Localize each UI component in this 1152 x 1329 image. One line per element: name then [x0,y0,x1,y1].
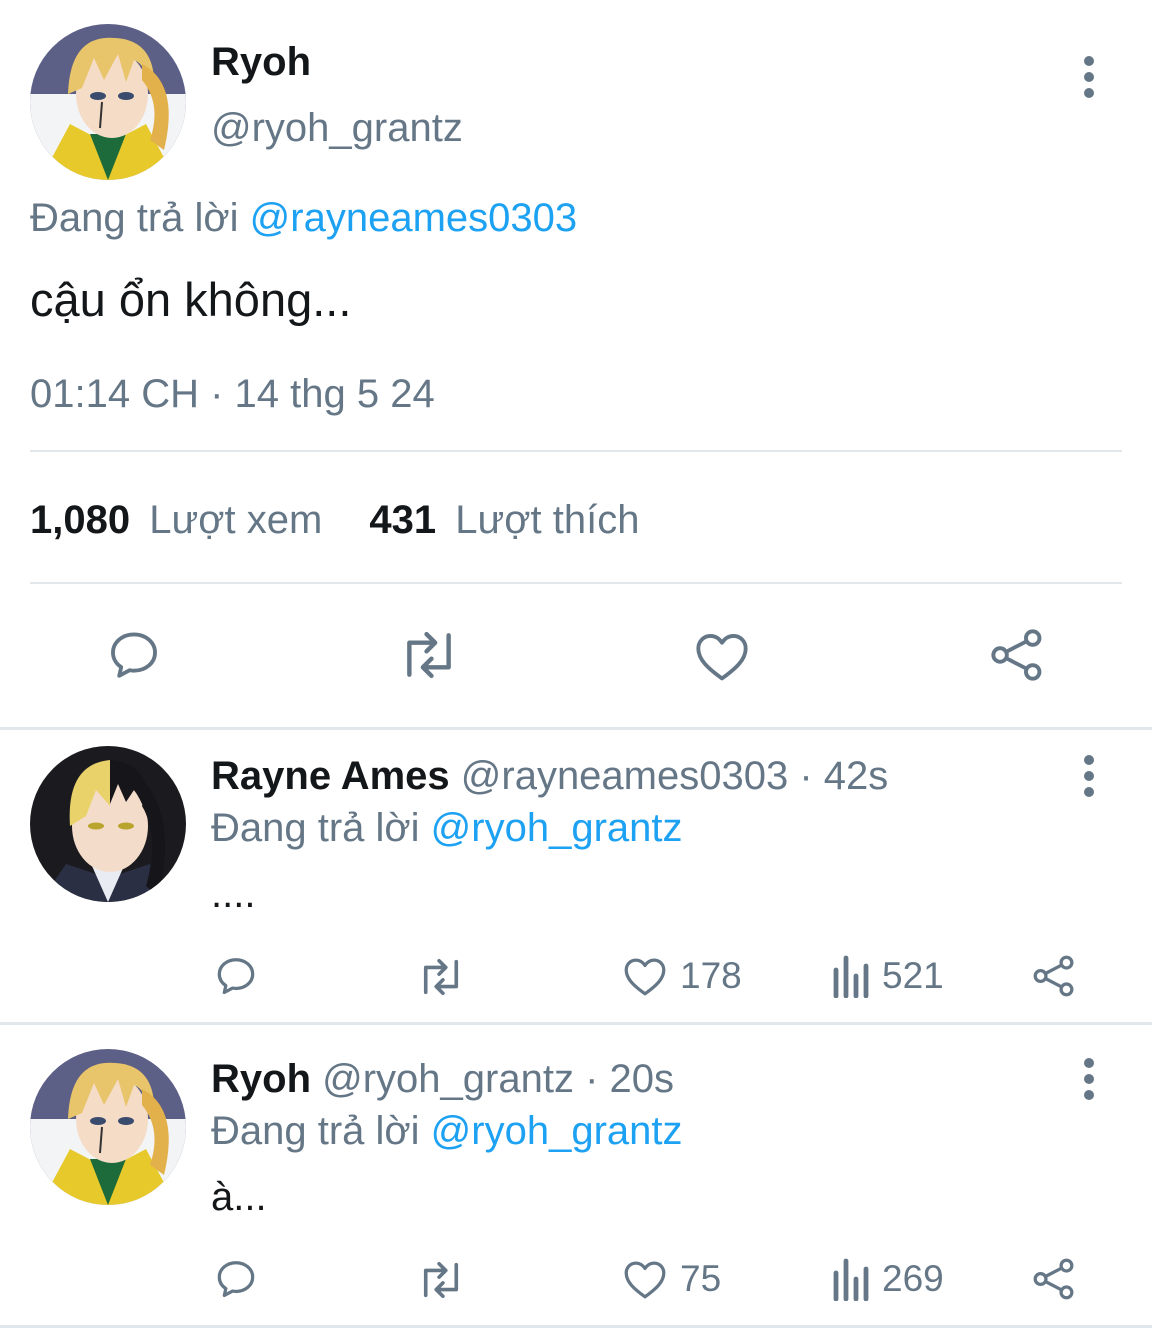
retweet-button[interactable] [414,956,468,998]
replying-prefix: Đang trả lời [30,196,239,240]
reply-replying-line: Đang trả lời @ryoh_grantz [211,1109,683,1154]
views-button[interactable]: 521 [830,954,944,998]
reply-replying-line: Đang trả lời @ryoh_grantz [211,806,683,851]
replying-prefix: Đang trả lời [211,1109,420,1153]
avatar-ryoh[interactable] [30,24,186,180]
like-button[interactable]: 178 [622,954,742,998]
reply-icon [111,632,157,678]
views-button[interactable]: 269 [830,1257,944,1301]
divider [0,1325,1152,1328]
replying-to-handle[interactable]: @ryoh_grantz [431,806,683,850]
more-icon[interactable] [1079,56,1099,100]
author-handle[interactable]: @ryoh_grantz [211,106,463,151]
share-icon [991,629,1042,681]
views-icon [833,955,869,998]
reply-button[interactable] [213,953,259,999]
reply-age[interactable]: · 20s [585,1057,674,1101]
share-icon [1033,955,1074,997]
replying-prefix: Đang trả lời [211,806,420,850]
replying-to-handle[interactable]: @rayneames0303 [250,196,577,240]
replying-to-handle[interactable]: @ryoh_grantz [431,1109,683,1153]
reply-age[interactable]: · 42s [799,754,888,798]
view-count: 269 [882,1258,944,1299]
replying-to-line: Đang trả lời @rayneames0303 [30,196,577,241]
like-icon [696,634,748,681]
likes-label[interactable]: Lượt thích [455,498,639,542]
divider [0,1022,1152,1025]
tweet-text: cậu ổn không... [30,273,352,326]
like-count: 75 [680,1258,722,1299]
tweet-stats: 1,080 Lượt xem 431 Lượt thích [30,498,639,543]
retweet-icon [407,631,451,679]
reply-header: Ryoh @ryoh_grantz · 20s [211,1057,674,1102]
retweet-button[interactable] [396,628,462,682]
reply-author-handle[interactable]: @rayneames0303 [461,754,788,798]
reply-button[interactable] [213,1256,259,1302]
reply-author-name[interactable]: Ryoh [211,1057,311,1101]
retweet-icon [423,958,459,996]
divider [30,450,1122,452]
like-icon [624,958,666,996]
share-button[interactable] [988,626,1046,684]
retweet-button[interactable] [414,1259,468,1301]
reply-text: .... [211,872,256,916]
reply-button[interactable] [105,626,163,684]
view-count: 521 [882,955,944,996]
reply-icon [217,958,255,995]
author-name[interactable]: Ryoh [211,40,311,85]
views-label: Lượt xem [149,498,323,542]
reply-author-name[interactable]: Rayne Ames [211,754,450,798]
divider [30,582,1122,584]
divider [0,727,1152,730]
likes-count[interactable]: 431 [369,498,436,542]
views-count: 1,080 [30,498,131,542]
reply-author-handle[interactable]: @ryoh_grantz [322,1057,574,1101]
like-icon [624,1261,666,1299]
like-button[interactable] [693,628,751,684]
reply-header: Rayne Ames @rayneames0303 · 42s [211,754,888,799]
avatar-ryoh[interactable] [30,1049,186,1205]
share-button[interactable] [1031,1256,1077,1302]
views-icon [833,1258,869,1301]
share-button[interactable] [1031,953,1077,999]
avatar-rayne-ames[interactable] [30,746,186,902]
retweet-icon [423,1261,459,1299]
like-count: 178 [680,955,742,996]
more-icon[interactable] [1079,755,1099,799]
like-button[interactable]: 75 [622,1257,721,1301]
more-icon[interactable] [1079,1058,1099,1102]
reply-icon [217,1261,255,1298]
tweet-timestamp[interactable]: 01:14 CH · 14 thg 5 24 [30,372,435,417]
reply-text: à... [211,1175,267,1219]
share-icon [1033,1258,1074,1300]
